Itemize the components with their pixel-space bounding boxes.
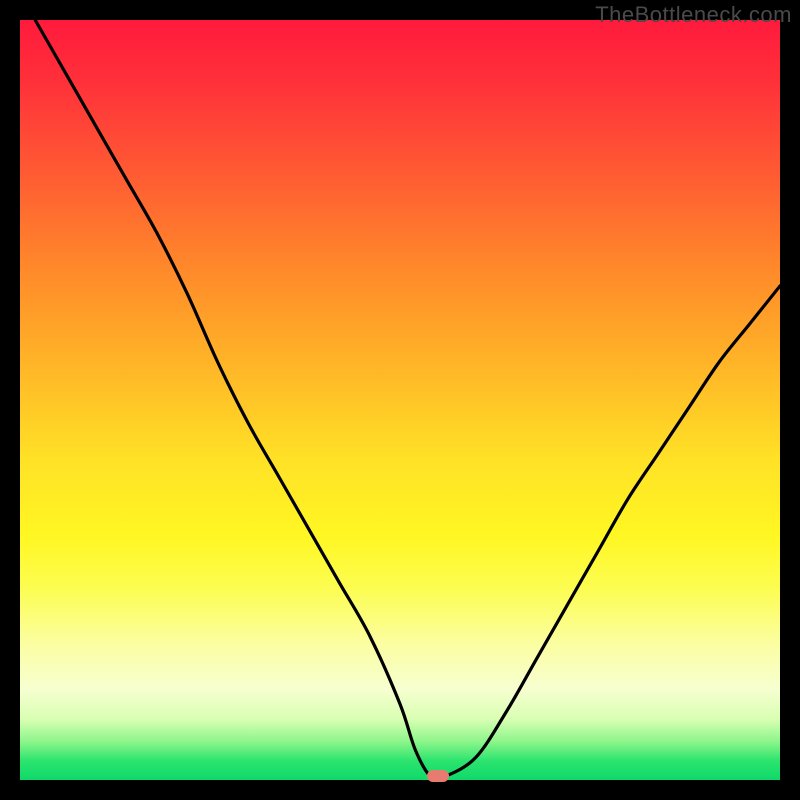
bottleneck-curve xyxy=(20,20,780,780)
chart-frame: TheBottleneck.com xyxy=(0,0,800,800)
plot-area xyxy=(20,20,780,780)
minimum-marker xyxy=(427,770,449,782)
watermark-text: TheBottleneck.com xyxy=(595,2,792,28)
